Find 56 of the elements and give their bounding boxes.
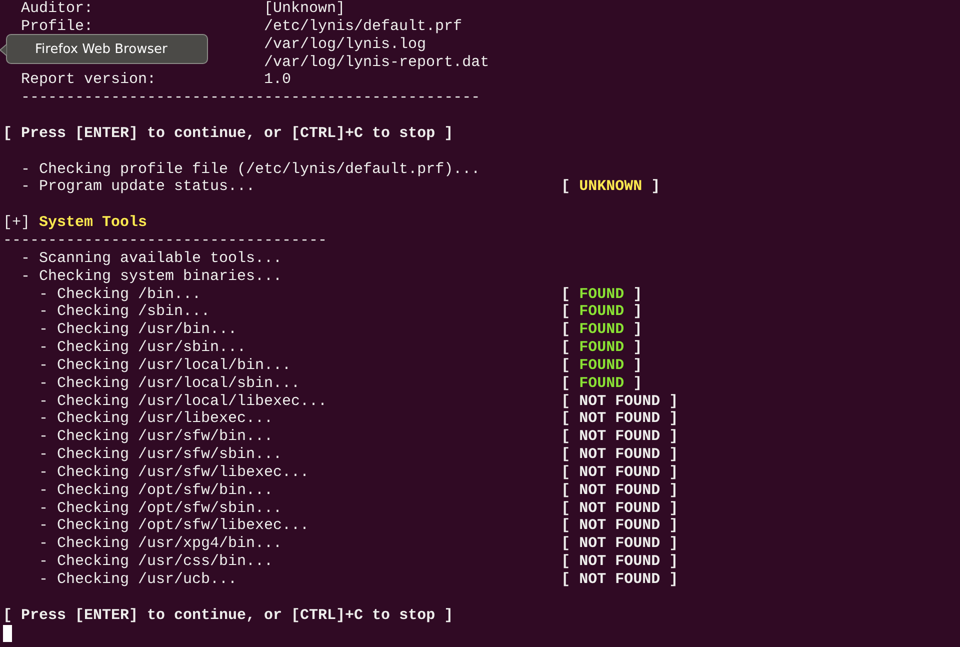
field-value: /etc/lynis/default.prf [264, 18, 462, 36]
tooltip-pointer-icon [0, 44, 7, 56]
check-status: [ NOT FOUND ] [561, 517, 678, 536]
check-status: [ NOT FOUND ] [561, 535, 678, 554]
section-title: System Tools [39, 214, 148, 232]
field-label: Auditor: [21, 0, 94, 17]
check-line: - Checking /usr/sfw/sbin... [39, 446, 284, 464]
field-value: 1.0 [264, 71, 292, 90]
check-line: - Checking /opt/sfw/sbin... [39, 500, 284, 518]
check-status: [ NOT FOUND ] [561, 428, 678, 446]
check-line: - Checking system binaries... [21, 268, 284, 286]
check-line: - Scanning available tools... [21, 250, 284, 268]
check-line: - Checking /usr/ucb... [39, 571, 238, 589]
continue-prompt: [ Press [ENTER] to continue, or [CTRL]+C to stop ] [3, 606, 454, 625]
continue-prompt: [ Press [ENTER] to continue, or [CTRL]+C to stop ] [3, 124, 454, 143]
check-line: - Checking /usr/sfw/libexec... [39, 464, 310, 482]
text-cursor [3, 624, 12, 642]
check-status: [ FOUND ] [561, 286, 642, 304]
field-value: /var/log/lynis-report.dat [264, 54, 490, 72]
field-label: Report version: [21, 71, 156, 88]
field-value: [Unknown] [264, 0, 346, 18]
check-line: - Program update status... [21, 178, 256, 196]
check-line: - Checking profile file (/etc/lynis/default.prf)... [21, 160, 482, 178]
check-line: - Checking /opt/sfw/libexec... [39, 517, 310, 536]
check-status: [ FOUND ] [561, 339, 642, 357]
check-line: - Checking /usr/libexec... [39, 410, 274, 428]
check-line: - Checking /sbin... [39, 303, 212, 322]
check-line: - Checking /usr/sfw/bin... [39, 428, 274, 446]
check-line: - Checking /usr/sbin... [39, 339, 248, 357]
check-status: [ FOUND ] [561, 303, 642, 322]
check-line: - Checking /opt/sfw/bin... [39, 482, 274, 500]
check-status: [ FOUND ] [561, 356, 642, 375]
field-label: Profile: [21, 18, 94, 35]
check-line: - Checking /usr/css/bin... [39, 553, 274, 571]
check-line: - Checking /usr/local/bin... [39, 356, 292, 375]
check-line: - Checking /usr/local/libexec... [39, 392, 328, 410]
check-status: [ NOT FOUND ] [561, 553, 678, 571]
check-status: [ NOT FOUND ] [561, 482, 678, 500]
tooltip: Firefox Web Browser [6, 34, 208, 64]
check-line: - Checking /usr/bin... [39, 321, 238, 340]
check-status: [ NOT FOUND ] [561, 500, 678, 518]
check-status: [ FOUND ] [561, 321, 642, 340]
dashed-rule: --------------------------------------------------- [20, 89, 480, 108]
check-line: - Checking /usr/xpg4/bin... [39, 535, 284, 554]
check-status: [ NOT FOUND ] [561, 392, 678, 410]
dashed-rule: ------------------------------------ [3, 232, 328, 250]
check-status: [ FOUND ] [561, 374, 642, 393]
check-line: - Checking /bin... [39, 286, 202, 304]
check-line: - Checking /usr/local/sbin... [39, 374, 302, 393]
check-status: [ NOT FOUND ] [561, 571, 678, 589]
check-status: [ NOT FOUND ] [561, 464, 678, 482]
section-marker: [+] [3, 214, 30, 232]
check-status: [ UNKNOWN ] [561, 178, 660, 196]
field-value: /var/log/lynis.log [264, 36, 426, 54]
check-status: [ NOT FOUND ] [561, 446, 678, 464]
check-status: [ NOT FOUND ] [561, 410, 678, 428]
